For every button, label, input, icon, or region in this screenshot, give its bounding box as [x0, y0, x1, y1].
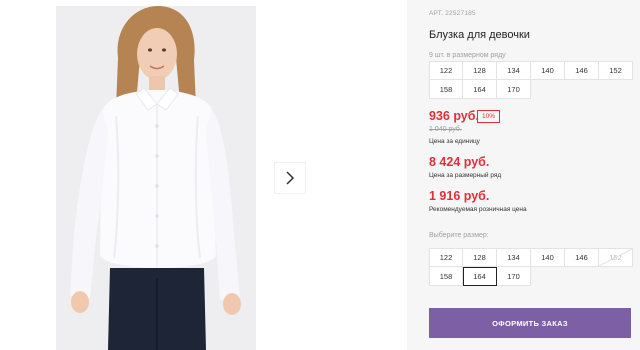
- size-picker-label: Выберите размер:: [429, 232, 489, 239]
- product-title: Блузка для девочки: [429, 29, 530, 41]
- product-photo[interactable]: [56, 6, 256, 350]
- unit-price: 936 руб.: [429, 109, 479, 123]
- range-price: 8 424 руб.: [429, 155, 490, 169]
- size-option[interactable]: 134: [497, 248, 531, 267]
- size-range-cell: 122: [429, 61, 463, 80]
- next-image-button[interactable]: [274, 162, 306, 194]
- unavailable-strike-icon: [599, 249, 632, 266]
- size-option[interactable]: 122: [429, 248, 463, 267]
- size-option[interactable]: 140: [531, 248, 565, 267]
- retail-price-caption: Рекомендуемая розничная цена: [429, 206, 527, 213]
- size-option[interactable]: 146: [565, 248, 599, 267]
- size-option[interactable]: 128: [463, 248, 497, 267]
- unit-price-caption: Цена за единицу: [429, 138, 480, 145]
- size-range-cell: 134: [497, 61, 531, 80]
- size-range-cell: 158: [429, 80, 463, 99]
- article-number: АРТ. 22527185: [429, 10, 476, 17]
- size-range-cell: 146: [565, 61, 599, 80]
- pack-note: 9 шт. в размерном ряду: [429, 52, 506, 59]
- discount-badge: 10%: [477, 110, 501, 123]
- size-option[interactable]: 158: [429, 267, 463, 286]
- size-picker: 122 128 134 140 146 152 158 164 170: [429, 248, 633, 286]
- size-range-cell: 128: [463, 61, 497, 80]
- product-gallery: [0, 0, 407, 350]
- chevron-right-icon: [286, 171, 295, 185]
- size-option[interactable]: 170: [497, 267, 531, 286]
- size-range-cell: 164: [463, 80, 497, 99]
- girl-in-white-blouse-image: [56, 6, 256, 350]
- place-order-button[interactable]: ОФОРМИТЬ ЗАКАЗ: [429, 308, 631, 338]
- retail-price: 1 916 руб.: [429, 189, 490, 203]
- size-range-cell: 152: [599, 61, 633, 80]
- old-price: 1 040 руб.: [429, 126, 462, 133]
- size-range-cell: 140: [531, 61, 565, 80]
- size-range-grid: 122 128 134 140 146 152 158 164 170: [429, 61, 633, 99]
- size-option-selected[interactable]: 164: [463, 267, 497, 286]
- range-price-caption: Цена за размерный ряд: [429, 172, 502, 179]
- size-option-unavailable: 152: [599, 248, 633, 267]
- size-range-cell: 170: [497, 80, 531, 99]
